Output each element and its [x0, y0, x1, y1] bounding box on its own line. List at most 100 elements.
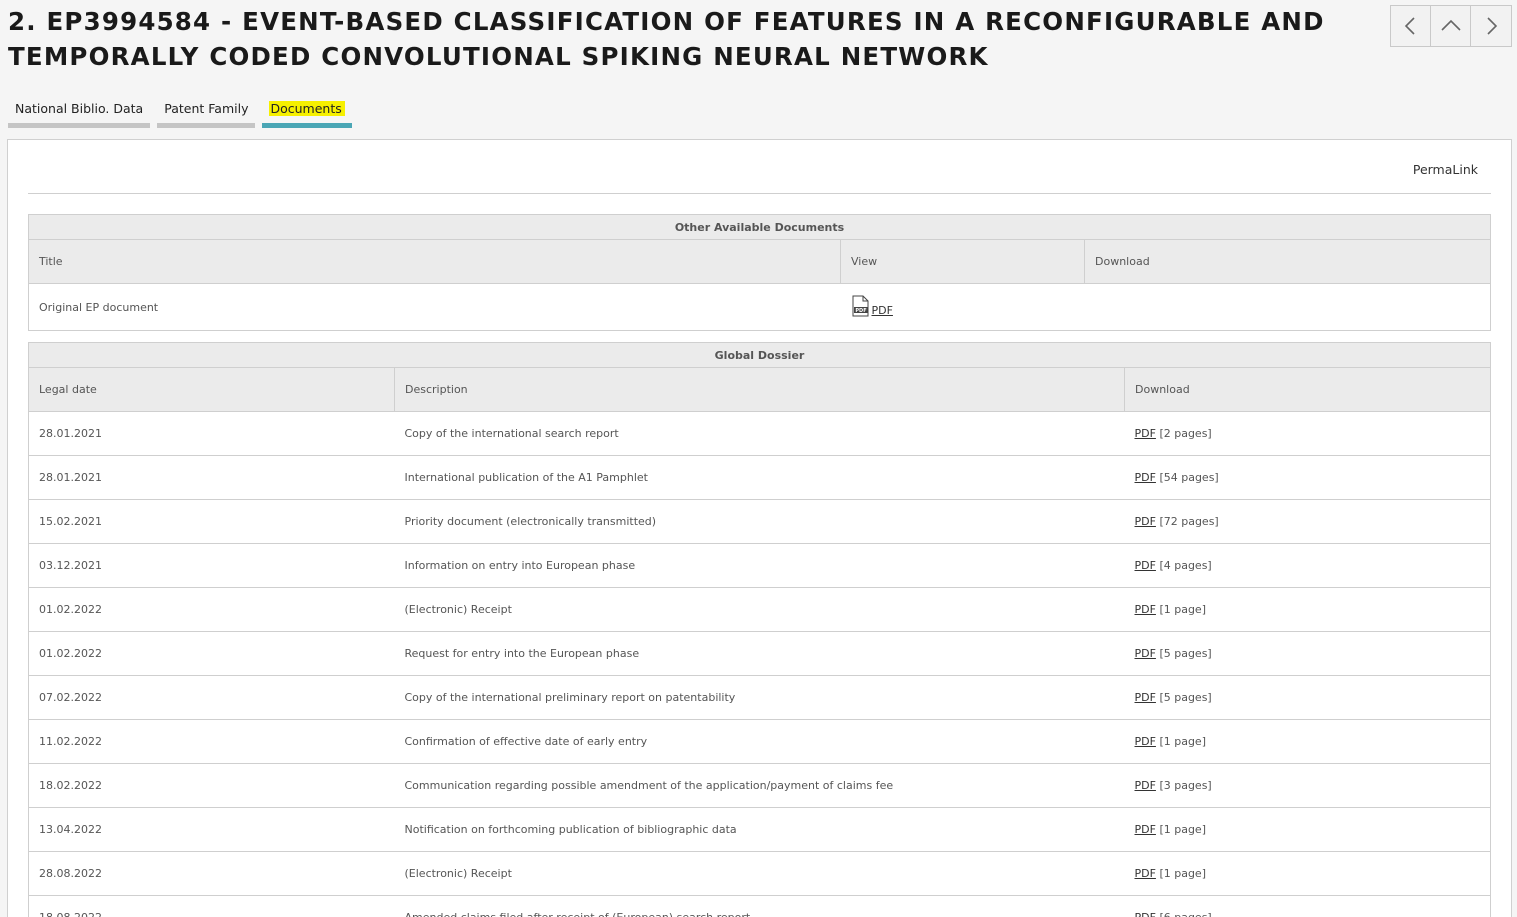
download-cell: PDF [1 page] [1124, 807, 1491, 852]
table-row: 01.02.2022 (Electronic) Receipt PDF [1 pag… [28, 587, 1491, 632]
download-cell: PDF [3 pages] [1124, 763, 1491, 808]
download-cell [1084, 283, 1491, 331]
table-row: 28.01.2021 Copy of the international sear… [28, 411, 1491, 456]
page-header: 2. EP3994584 - EVENT-BASED CLASSIFICATIO… [8, 4, 1368, 74]
table-row: 11.02.2022 Confirmation of effective date… [28, 719, 1491, 764]
page-count: [4 pages] [1159, 559, 1212, 572]
previous-result-button[interactable] [1391, 6, 1431, 46]
download-cell: PDF [54 pages] [1124, 455, 1491, 500]
description: Information on entry into European phase [394, 543, 1125, 588]
description: Amended claims filed after receipt of (E… [394, 895, 1125, 917]
download-pdf-link[interactable]: PDF [1135, 779, 1156, 792]
download-cell: PDF [5 pages] [1124, 631, 1491, 676]
page-title: 2. EP3994584 - EVENT-BASED CLASSIFICATIO… [8, 7, 1325, 71]
legal-date: 28.08.2022 [28, 851, 395, 896]
chevron-left-icon [1404, 17, 1415, 35]
download-pdf-link[interactable]: PDF [1135, 823, 1156, 836]
table-caption: Other Available Documents [28, 214, 1491, 240]
download-pdf-link[interactable]: PDF [1135, 867, 1156, 880]
download-cell: PDF [72 pages] [1124, 499, 1491, 544]
description: Confirmation of effective date of early … [394, 719, 1125, 764]
view-pdf-label: PDF [871, 303, 893, 317]
download-pdf-link[interactable]: PDF [1135, 647, 1156, 660]
legal-date: 13.04.2022 [28, 807, 395, 852]
download-cell: PDF [1 page] [1124, 719, 1491, 764]
tab-label: National Biblio. Data [15, 101, 144, 116]
permalink-link[interactable]: PermaLink [1413, 162, 1478, 177]
download-pdf-link[interactable]: PDF [1135, 603, 1156, 616]
legal-date: 15.02.2021 [28, 499, 395, 544]
column-header-title: Title [28, 239, 841, 284]
download-pdf-link[interactable]: PDF [1135, 515, 1156, 528]
download-pdf-link[interactable]: PDF [1135, 471, 1156, 484]
download-cell: PDF [2 pages] [1124, 411, 1491, 456]
download-pdf-link[interactable]: PDF [1135, 559, 1156, 572]
table-row: 18.08.2022Amended claims filed after rec… [28, 895, 1491, 917]
tab-patent-family[interactable]: Patent Family [157, 98, 256, 128]
description: Notification on forthcoming publication … [394, 807, 1125, 852]
download-cell: PDF [6 pages] [1124, 895, 1491, 917]
page-count: [72 pages] [1159, 515, 1219, 528]
description: Communication regarding possible amendme… [394, 763, 1125, 808]
download-pdf-link[interactable]: PDF [1135, 735, 1156, 748]
legal-date: 07.02.2022 [28, 675, 395, 720]
download-cell: PDF [1 page] [1124, 587, 1491, 632]
download-cell: PDF [4 pages] [1124, 543, 1491, 588]
legal-date: 18.08.2022 [28, 895, 395, 917]
view-pdf-link[interactable]: PDF PDF [851, 295, 893, 317]
download-pdf-link[interactable]: PDF [1135, 691, 1156, 704]
table-caption: Global Dossier [28, 342, 1491, 368]
column-header-view: View [840, 239, 1085, 284]
description: (Electronic) Receipt [394, 851, 1125, 896]
table-row: 07.02.2022 Copy of the international prel… [28, 675, 1491, 720]
column-header-legal-date: Legal date [28, 367, 395, 412]
svg-text:PDF: PDF [855, 308, 866, 314]
global-dossier-table: Global Dossier Legal date Description Do… [28, 342, 1491, 917]
table-row: 28.01.2021 International publication of t… [28, 455, 1491, 500]
tab-national-biblio-data[interactable]: National Biblio. Data [8, 98, 151, 128]
table-row: 13.04.2022 Notification on forthcoming pu… [28, 807, 1491, 852]
page-count: [54 pages] [1159, 471, 1219, 484]
documents-panel: PermaLink Other Available Documents Titl… [7, 139, 1512, 917]
divider [28, 193, 1491, 194]
legal-date: 18.02.2022 [28, 763, 395, 808]
other-documents-table: Other Available Documents Title View Dow… [28, 214, 1491, 331]
download-pdf-link[interactable]: PDF [1135, 427, 1156, 440]
page-count: [6 pages] [1159, 911, 1211, 917]
legal-date: 01.02.2022 [28, 587, 395, 632]
chevron-right-icon [1487, 17, 1498, 35]
chevron-up-icon [1440, 19, 1461, 31]
page-count: [2 pages] [1159, 427, 1212, 440]
column-header-download: Download [1084, 239, 1491, 284]
download-cell: PDF [5 pages] [1124, 675, 1491, 720]
document-title: Original EP document [28, 283, 841, 331]
next-result-button[interactable] [1471, 6, 1511, 46]
legal-date: 28.01.2021 [28, 411, 395, 456]
page-count: [1 page] [1159, 823, 1206, 836]
result-navigation [1390, 5, 1512, 47]
download-cell: PDF [1 page] [1124, 851, 1491, 896]
tab-bar: National Biblio. Data Patent Family Docu… [8, 98, 352, 128]
page-count: [1 page] [1159, 867, 1206, 880]
back-to-list-button[interactable] [1431, 6, 1471, 46]
tab-documents[interactable]: Documents [262, 98, 352, 128]
page-count: [1 page] [1159, 603, 1206, 616]
table-row: 15.02.2021 Priority document (electronica… [28, 499, 1491, 544]
view-cell: PDF PDF [840, 283, 1085, 331]
description: Copy of the international search report [394, 411, 1125, 456]
download-pdf-link[interactable]: PDF [1135, 911, 1156, 917]
description: (Electronic) Receipt [394, 587, 1125, 632]
page-count: [5 pages] [1159, 691, 1212, 704]
page-count: [5 pages] [1159, 647, 1212, 660]
legal-date: 28.01.2021 [28, 455, 395, 500]
page-count: [3 pages] [1159, 779, 1212, 792]
tab-label: Documents [269, 101, 345, 116]
description: International publication of the A1 Pamp… [394, 455, 1125, 500]
table-row: 28.08.2022 (Electronic) Receipt PDF [1 pag… [28, 851, 1491, 896]
column-header-description: Description [394, 367, 1125, 412]
table-row: 18.02.2022 Communication regarding possib… [28, 763, 1491, 808]
description: Copy of the international preliminary re… [394, 675, 1125, 720]
table-row: Original EP document PDF PDF [28, 283, 1491, 331]
table-row: 03.12.2021 Information on entry into Euro… [28, 543, 1491, 588]
tab-label: Patent Family [164, 101, 249, 116]
